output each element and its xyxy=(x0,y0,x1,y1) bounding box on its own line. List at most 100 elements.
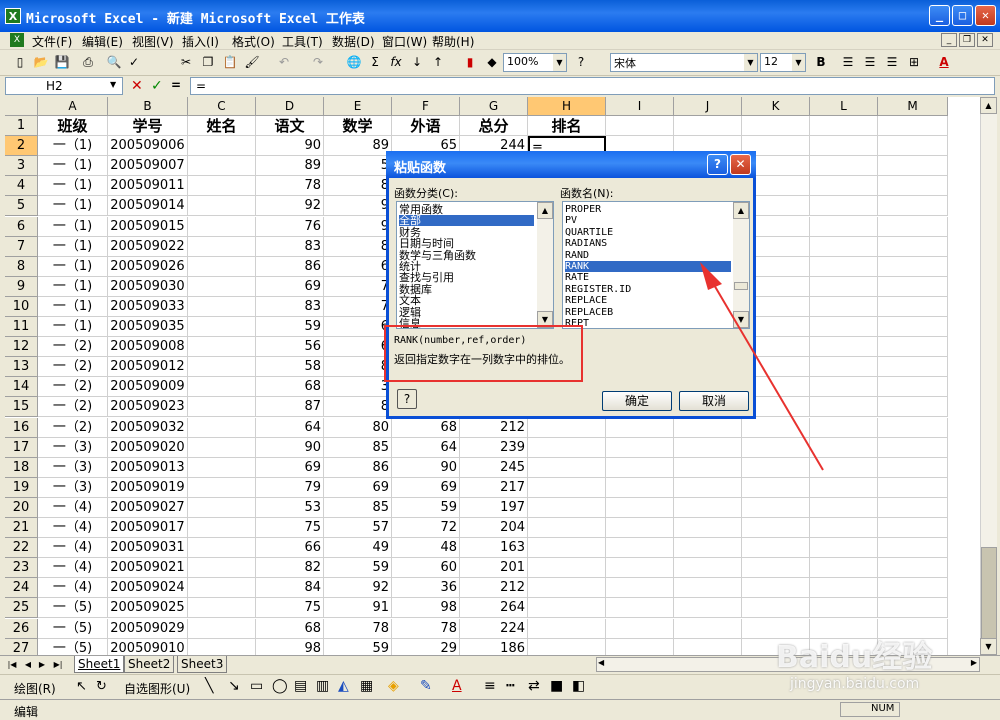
empty-cell[interactable] xyxy=(606,457,674,478)
empty-cell[interactable] xyxy=(188,196,256,217)
empty-cell[interactable] xyxy=(878,296,948,317)
empty-cell[interactable] xyxy=(878,417,948,438)
chevron-down-icon[interactable]: ▼ xyxy=(553,54,566,71)
empty-cell[interactable] xyxy=(528,558,606,579)
table-cell[interactable]: 224 xyxy=(460,618,528,639)
line-icon[interactable]: ╲ xyxy=(205,678,213,694)
menu-file[interactable]: 文件(F) xyxy=(32,33,72,50)
empty-cell[interactable] xyxy=(878,337,948,358)
empty-cell[interactable] xyxy=(188,457,256,478)
document-icon[interactable]: X xyxy=(10,33,24,47)
empty-cell[interactable] xyxy=(188,578,256,599)
empty-cell[interactable] xyxy=(188,377,256,398)
table-cell[interactable]: 69 xyxy=(256,276,324,297)
table-cell[interactable]: 87 xyxy=(256,397,324,418)
empty-cell[interactable] xyxy=(674,638,742,655)
open-icon[interactable]: 📂 xyxy=(33,54,49,70)
empty-cell[interactable] xyxy=(606,477,674,498)
table-cell[interactable]: 6 xyxy=(324,256,392,277)
ok-button[interactable]: 确定 xyxy=(602,391,672,411)
empty-cell[interactable] xyxy=(528,457,606,478)
print-preview-icon[interactable]: 🔍 xyxy=(106,54,122,70)
table-cell[interactable]: 200509014 xyxy=(108,196,188,217)
vertical-scrollbar[interactable]: ▲ ▼ xyxy=(980,97,997,655)
menu-format[interactable]: 格式(O) xyxy=(232,33,275,50)
table-cell[interactable]: 9 xyxy=(324,196,392,217)
empty-cell[interactable] xyxy=(606,417,674,438)
table-cell[interactable]: 200509007 xyxy=(108,156,188,177)
table-cell[interactable]: 90 xyxy=(392,457,460,478)
table-cell[interactable]: 一（3) xyxy=(38,437,108,458)
empty-cell[interactable] xyxy=(188,357,256,378)
table-cell[interactable]: 200509013 xyxy=(108,457,188,478)
table-cell[interactable]: 82 xyxy=(256,558,324,579)
empty-cell[interactable] xyxy=(606,116,674,137)
function-item[interactable]: PROPER xyxy=(565,204,731,215)
sheet-tab-3[interactable]: Sheet3 xyxy=(177,656,228,673)
table-cell[interactable]: 一（4) xyxy=(38,578,108,599)
table-cell[interactable]: 200509015 xyxy=(108,216,188,237)
table-cell[interactable]: 9 xyxy=(324,216,392,237)
line-color-icon[interactable]: ✎ xyxy=(420,678,432,694)
empty-cell[interactable] xyxy=(742,558,810,579)
empty-cell[interactable] xyxy=(674,618,742,639)
clipart-icon[interactable]: ▦ xyxy=(360,678,373,694)
menu-help[interactable]: 帮助(H) xyxy=(432,33,474,50)
empty-cell[interactable] xyxy=(742,477,810,498)
table-cell[interactable]: 8 xyxy=(324,357,392,378)
table-cell[interactable]: 7 xyxy=(324,296,392,317)
table-cell[interactable]: 一（5) xyxy=(38,618,108,639)
empty-cell[interactable] xyxy=(606,558,674,579)
select-all-corner[interactable] xyxy=(5,97,38,116)
table-cell[interactable]: 186 xyxy=(460,638,528,655)
row-header[interactable]: 24 xyxy=(5,578,38,599)
table-cell[interactable]: 78 xyxy=(256,176,324,197)
table-cell[interactable]: 6 xyxy=(324,337,392,358)
table-cell[interactable]: 59 xyxy=(256,317,324,338)
chevron-down-icon[interactable]: ▼ xyxy=(792,54,805,71)
menu-view[interactable]: 视图(V) xyxy=(132,33,174,50)
table-cell[interactable]: 3 xyxy=(324,377,392,398)
table-cell[interactable]: 200509012 xyxy=(108,357,188,378)
empty-cell[interactable] xyxy=(674,538,742,559)
format-painter-icon[interactable]: 🖌 xyxy=(244,54,260,70)
table-cell[interactable]: 200509025 xyxy=(108,598,188,619)
table-cell[interactable]: 90 xyxy=(256,437,324,458)
dialog-close-button[interactable]: ✕ xyxy=(730,154,751,175)
rectangle-icon[interactable]: ▭ xyxy=(250,678,263,694)
empty-cell[interactable] xyxy=(188,156,256,177)
wordart-gallery-icon[interactable]: ◭ xyxy=(338,678,349,694)
empty-cell[interactable] xyxy=(742,538,810,559)
row-header[interactable]: 4 xyxy=(5,176,38,197)
table-cell[interactable]: 一（4) xyxy=(38,518,108,539)
cancel-icon[interactable]: ✕ xyxy=(131,78,143,94)
save-icon[interactable]: 💾 xyxy=(54,54,70,70)
table-cell[interactable]: 一（1) xyxy=(38,317,108,338)
table-cell[interactable]: 一（5) xyxy=(38,598,108,619)
name-box[interactable]: H2 xyxy=(5,77,123,95)
table-cell[interactable]: 89 xyxy=(324,136,392,157)
scroll-left-icon[interactable]: ◀ xyxy=(598,658,604,667)
header-cell[interactable]: 数学 xyxy=(324,116,392,137)
sort-asc-icon[interactable]: ↓ xyxy=(409,54,425,70)
empty-cell[interactable] xyxy=(188,216,256,237)
table-cell[interactable]: 200509026 xyxy=(108,256,188,277)
table-cell[interactable]: 一（1) xyxy=(38,136,108,157)
table-cell[interactable]: 78 xyxy=(324,618,392,639)
empty-cell[interactable] xyxy=(810,497,878,518)
row-header[interactable]: 22 xyxy=(5,538,38,559)
prev-sheet-icon[interactable]: ◀ xyxy=(22,658,34,671)
row-header[interactable]: 12 xyxy=(5,337,38,358)
empty-cell[interactable] xyxy=(810,558,878,579)
row-header[interactable]: 7 xyxy=(5,236,38,257)
empty-cell[interactable] xyxy=(878,276,948,297)
empty-cell[interactable] xyxy=(188,618,256,639)
empty-cell[interactable] xyxy=(674,558,742,579)
table-cell[interactable]: 53 xyxy=(256,497,324,518)
empty-cell[interactable] xyxy=(188,256,256,277)
empty-cell[interactable] xyxy=(188,397,256,418)
empty-cell[interactable] xyxy=(878,598,948,619)
table-cell[interactable]: 86 xyxy=(324,457,392,478)
empty-cell[interactable] xyxy=(188,518,256,539)
help-button[interactable]: ? xyxy=(397,389,417,409)
